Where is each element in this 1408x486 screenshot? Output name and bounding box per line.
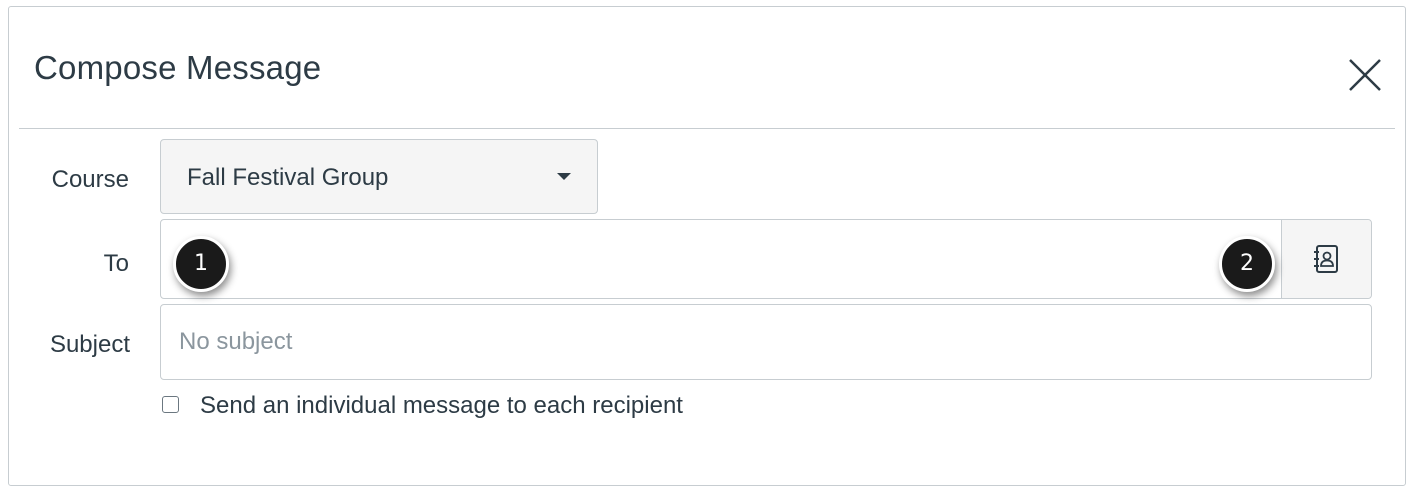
close-button[interactable] xyxy=(1345,55,1385,95)
dialog-header: Compose Message xyxy=(9,7,1405,129)
caret-down-icon xyxy=(557,173,571,180)
close-icon xyxy=(1349,59,1381,91)
individual-message-label: Send an individual message to each recip… xyxy=(200,392,683,419)
callout-marker-2: 2 xyxy=(1219,236,1275,292)
dialog-title: Compose Message xyxy=(34,49,322,86)
course-select-value: Fall Festival Group xyxy=(187,164,389,191)
to-field xyxy=(160,219,1372,299)
course-label: Course xyxy=(51,166,129,193)
header-divider xyxy=(19,128,1395,129)
course-select[interactable]: Fall Festival Group xyxy=(160,139,598,214)
address-book-icon xyxy=(1314,245,1338,273)
subject-input[interactable] xyxy=(160,304,1372,380)
subject-label: Subject xyxy=(49,331,130,358)
address-book-button[interactable] xyxy=(1281,220,1371,298)
individual-message-checkbox[interactable] xyxy=(162,396,179,413)
to-label: To xyxy=(103,250,129,277)
to-input[interactable] xyxy=(161,220,1281,298)
callout-marker-1: 1 xyxy=(173,236,229,292)
